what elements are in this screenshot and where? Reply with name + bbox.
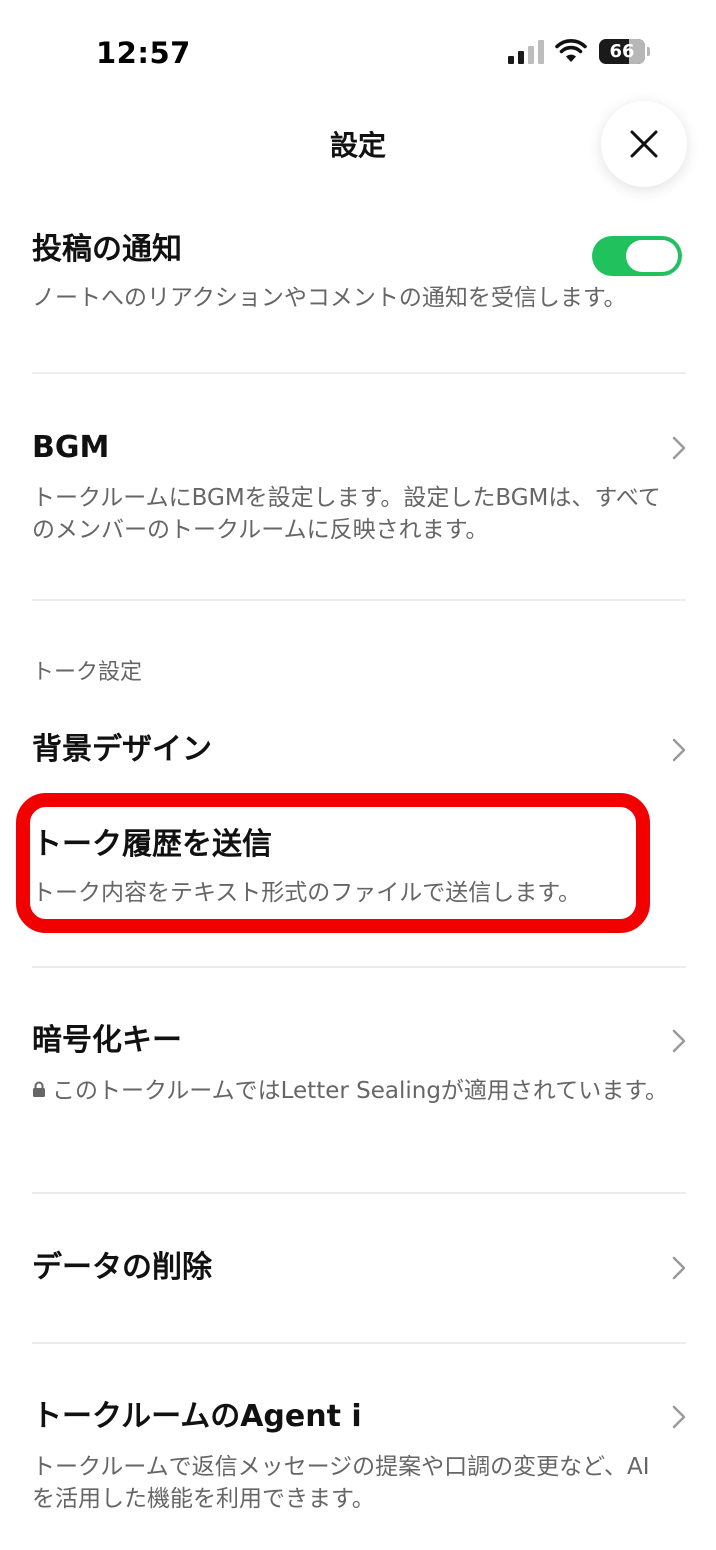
chevron-right-icon (672, 738, 686, 762)
section-label-talk-settings: トーク設定 (32, 660, 143, 685)
status-time: 12:57 (96, 36, 191, 70)
divider (32, 599, 686, 601)
encryption-key-title: 暗号化キー (32, 1023, 182, 1058)
background-design-title: 背景デザイン (32, 732, 212, 767)
post-notification-row: 投稿の通知 ノートへのリアクションやコメントの通知を受信します。 (32, 230, 686, 314)
lock-icon (33, 1081, 45, 1097)
send-history-description: トーク内容をテキスト形式のファイルで送信します。 (32, 880, 582, 906)
background-design-row[interactable]: 背景デザイン (32, 730, 686, 770)
agent-i-description: トークルームで返信メッセージの提案や口調の変更など、AIを活用した機能を利用でき… (32, 1454, 650, 1512)
chevron-right-icon (672, 1405, 686, 1429)
delete-data-row[interactable]: データの削除 (32, 1248, 686, 1288)
wifi-icon (555, 39, 587, 62)
bgm-description: トークルームにBGMを設定します。設定したBGMは、すべてのメンバーのトークルー… (32, 485, 661, 543)
agent-i-title: トークルームのAgent i (32, 1399, 362, 1434)
close-button[interactable] (601, 101, 687, 187)
encryption-key-description-wrap: このトークルームではLetter Sealingが適用されています。 (32, 1075, 672, 1107)
agent-i-row[interactable]: トークルームのAgent i トークルームで返信メッセージの提案や口調の変更など… (32, 1397, 686, 1515)
battery-icon: 66 (599, 39, 651, 64)
chevron-right-icon (672, 1256, 686, 1280)
divider (32, 1342, 686, 1344)
settings-screen: 12:57 66 設定 投稿の通知 ノートへのリアクションやコメントの通知を受信… (0, 0, 716, 1550)
divider (32, 966, 686, 968)
toggle-knob (626, 240, 678, 272)
bgm-row[interactable]: BGM トークルームにBGMを設定します。設定したBGMは、すべてのメンバーのト… (32, 428, 686, 546)
encryption-key-row[interactable]: 暗号化キー このトークルームではLetter Sealingが適用されています。 (32, 1021, 686, 1107)
send-history-title: トーク履歴を送信 (32, 827, 272, 862)
divider (32, 372, 686, 374)
post-notification-title: 投稿の通知 (32, 232, 182, 267)
post-notification-description: ノートへのリアクションやコメントの通知を受信します。 (32, 285, 627, 311)
post-notification-toggle[interactable] (592, 236, 682, 276)
signal-icon (508, 40, 546, 64)
bgm-title: BGM (32, 430, 110, 465)
status-bar: 12:57 66 (0, 0, 716, 100)
close-icon (630, 130, 658, 158)
battery-level-text: 66 (609, 41, 635, 62)
chevron-right-icon (672, 1029, 686, 1053)
send-history-row[interactable]: トーク履歴を送信 トーク内容をテキスト形式のファイルで送信します。 (32, 825, 632, 909)
divider (32, 1192, 686, 1194)
encryption-key-description: このトークルームではLetter Sealingが適用されています。 (52, 1078, 668, 1104)
delete-data-title: データの削除 (32, 1250, 212, 1285)
chevron-right-icon (672, 436, 686, 460)
